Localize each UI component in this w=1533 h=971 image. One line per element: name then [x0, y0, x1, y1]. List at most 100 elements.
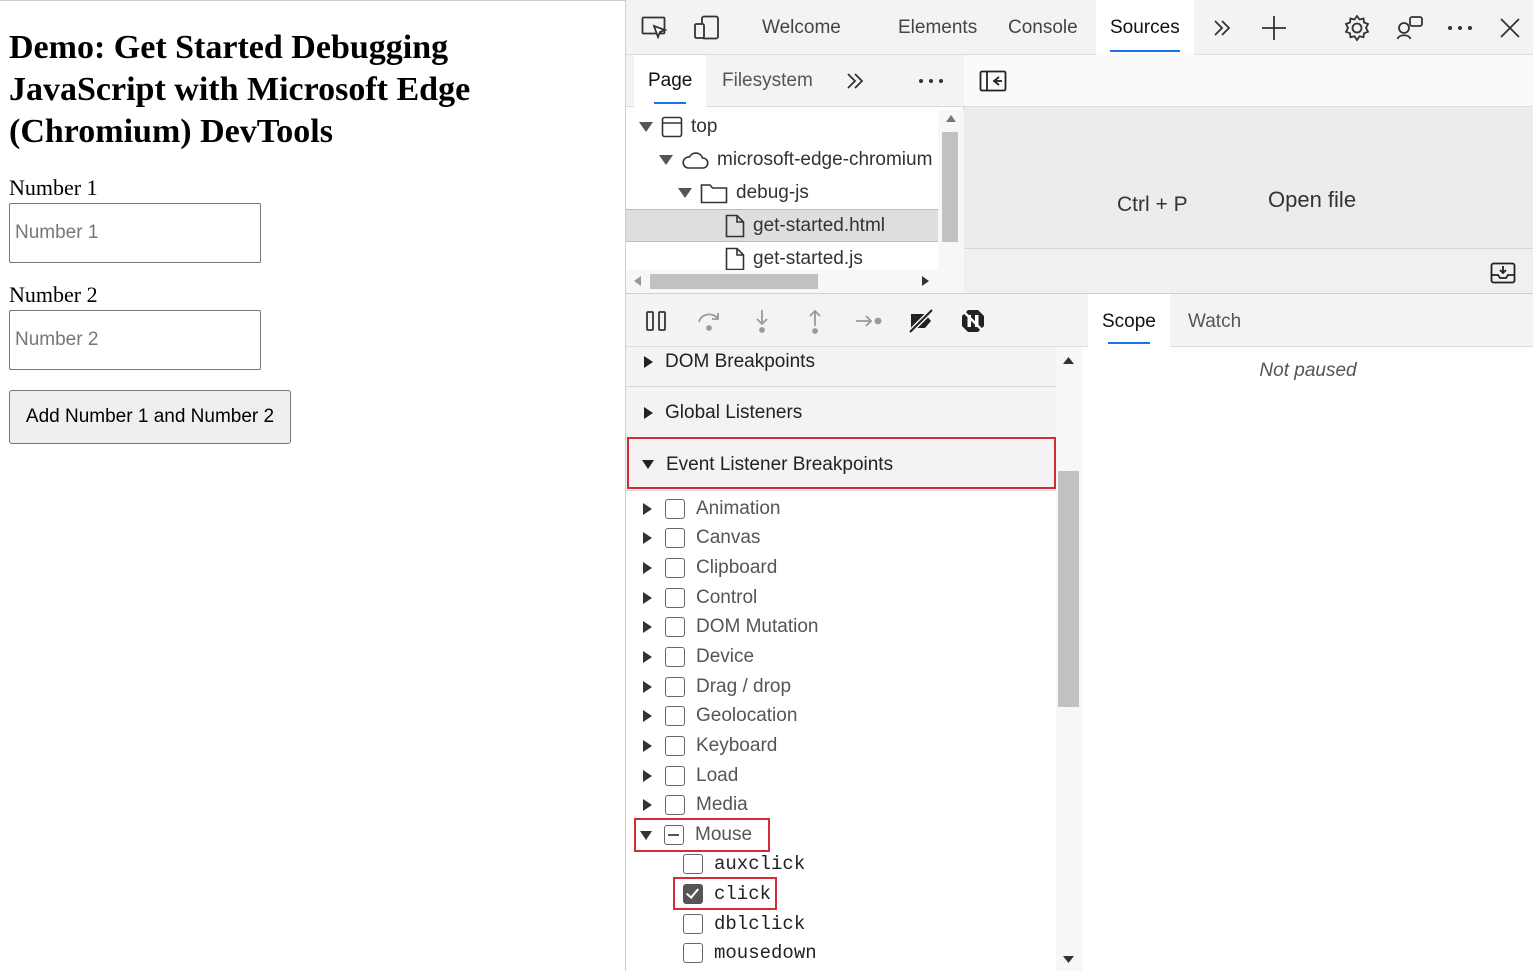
tree-item-domain[interactable]: microsoft-edge-chromium — [626, 143, 938, 176]
expand-arrow-icon — [643, 503, 652, 515]
checkbox[interactable] — [665, 558, 685, 578]
section-global-listeners[interactable]: Global Listeners — [626, 387, 1056, 439]
tree-vertical-scroll-thumb[interactable] — [942, 132, 958, 242]
nav-tab-page[interactable]: Page — [634, 55, 707, 107]
frame-icon — [661, 116, 683, 138]
toggle-drawer-icon[interactable] — [1488, 258, 1518, 288]
checkbox-checked[interactable] — [683, 884, 703, 904]
deactivate-breakpoints-icon[interactable] — [906, 306, 936, 336]
scroll-right-arrow-icon[interactable] — [922, 276, 929, 286]
checkbox[interactable] — [665, 647, 685, 667]
navigator-menu-icon[interactable] — [916, 66, 946, 96]
scroll-up-arrow-icon[interactable] — [946, 115, 956, 122]
checkbox[interactable] — [665, 795, 685, 815]
scroll-down-arrow-icon[interactable] — [1063, 956, 1074, 963]
expand-arrow-icon — [644, 355, 653, 368]
category-dom-mutation[interactable]: DOM Mutation — [626, 612, 1056, 642]
step-icon[interactable] — [853, 306, 883, 336]
number1-input[interactable] — [9, 203, 261, 263]
breakpoints-list: DOM Breakpoints Global Listeners Event L… — [626, 347, 1056, 971]
checkbox[interactable] — [683, 854, 703, 874]
toggle-navigator-icon[interactable] — [978, 66, 1008, 96]
section-dom-breakpoints[interactable]: DOM Breakpoints — [626, 347, 1056, 387]
category-geolocation[interactable]: Geolocation — [626, 701, 1056, 731]
tab-console[interactable]: Console — [994, 0, 1092, 55]
checkbox[interactable] — [665, 528, 685, 548]
number2-label: Number 2 — [9, 282, 98, 307]
nav-tab-filesystem[interactable]: Filesystem — [708, 55, 827, 107]
category-load[interactable]: Load — [626, 761, 1056, 791]
breakpoints-scroll-thumb[interactable] — [1058, 471, 1079, 707]
close-devtools-icon[interactable] — [1495, 13, 1525, 43]
tree-item-folder[interactable]: debug-js — [626, 176, 938, 209]
step-into-icon[interactable] — [747, 306, 777, 336]
category-canvas[interactable]: Canvas — [626, 523, 1056, 553]
section-event-listener-breakpoints[interactable]: Event Listener Breakpoints — [626, 439, 1056, 491]
checkbox[interactable] — [665, 588, 685, 608]
category-device[interactable]: Device — [626, 642, 1056, 672]
device-emulation-icon[interactable] — [692, 13, 722, 43]
event-dblclick[interactable]: dblclick — [683, 909, 805, 939]
event-click[interactable]: click — [683, 879, 771, 909]
add-numbers-button[interactable]: Add Number 1 and Number 2 — [9, 390, 291, 444]
scroll-up-arrow-icon[interactable] — [1063, 357, 1074, 364]
add-tab-icon[interactable] — [1259, 13, 1289, 43]
checkbox[interactable] — [665, 766, 685, 786]
number2-input[interactable] — [9, 310, 261, 370]
checkbox[interactable] — [665, 706, 685, 726]
expand-arrow-icon — [643, 562, 652, 574]
category-media[interactable]: Media — [626, 790, 1056, 820]
tree-item-js-file[interactable]: get-started.js — [626, 242, 938, 270]
editor-footer — [964, 248, 1533, 293]
checkbox[interactable] — [665, 677, 685, 697]
breakpoints-scrollbar[interactable] — [1056, 347, 1082, 971]
tab-scope[interactable]: Scope — [1088, 294, 1170, 347]
more-tabs-chevron-icon[interactable] — [1207, 13, 1237, 43]
debugger-toolbar — [626, 294, 1082, 347]
feedback-icon[interactable] — [1395, 13, 1425, 43]
debugger-sidebar: DOM Breakpoints Global Listeners Event L… — [626, 293, 1082, 971]
step-over-icon[interactable] — [694, 306, 724, 336]
tab-welcome[interactable]: Welcome — [748, 0, 855, 55]
category-keyboard[interactable]: Keyboard — [626, 731, 1056, 761]
shortcut-action: Open file — [1268, 187, 1357, 212]
checkbox[interactable] — [683, 914, 703, 934]
more-nav-tabs-chevron-icon[interactable] — [840, 66, 870, 96]
pause-on-exceptions-icon[interactable] — [958, 306, 988, 336]
number1-label: Number 1 — [9, 175, 98, 200]
scroll-left-arrow-icon[interactable] — [634, 276, 641, 286]
category-control[interactable]: Control — [626, 583, 1056, 613]
tree-horizontal-scrollbar[interactable] — [626, 270, 964, 293]
category-animation[interactable]: Animation — [626, 494, 1056, 524]
expand-arrow-icon — [643, 651, 652, 663]
tab-elements[interactable]: Elements — [884, 0, 991, 55]
event-mousedown[interactable]: mousedown — [683, 938, 817, 968]
more-options-icon[interactable] — [1445, 13, 1475, 43]
checkbox[interactable] — [665, 499, 685, 519]
event-auxclick[interactable]: auxclick — [683, 849, 805, 879]
expand-arrow-icon — [643, 770, 652, 782]
tab-watch[interactable]: Watch — [1174, 294, 1255, 347]
checkbox[interactable] — [665, 617, 685, 637]
category-drag-drop[interactable]: Drag / drop — [626, 672, 1056, 702]
checkbox-partial[interactable] — [664, 825, 684, 845]
category-clipboard[interactable]: Clipboard — [626, 553, 1056, 583]
expand-arrow-icon — [643, 799, 652, 811]
folder-icon — [700, 182, 728, 204]
tree-vertical-scrollbar[interactable] — [938, 110, 964, 311]
inspect-element-icon[interactable] — [640, 13, 670, 43]
file-tree: top microsoft-edge-chromium debug-js get… — [626, 110, 938, 270]
checkbox[interactable] — [665, 736, 685, 756]
category-mouse[interactable]: Mouse — [626, 820, 1056, 850]
checkbox[interactable] — [683, 943, 703, 963]
collapse-arrow-icon — [642, 460, 654, 469]
expand-arrow-icon — [643, 740, 652, 752]
tree-item-top[interactable]: top — [626, 110, 938, 143]
tree-item-html-file[interactable]: get-started.html — [626, 209, 938, 242]
step-out-icon[interactable] — [800, 306, 830, 336]
settings-gear-icon[interactable] — [1342, 13, 1372, 43]
tab-sources[interactable]: Sources — [1096, 0, 1194, 55]
pause-icon[interactable] — [641, 306, 671, 336]
expand-arrow-icon — [643, 710, 652, 722]
tree-horizontal-scroll-thumb[interactable] — [650, 274, 818, 289]
